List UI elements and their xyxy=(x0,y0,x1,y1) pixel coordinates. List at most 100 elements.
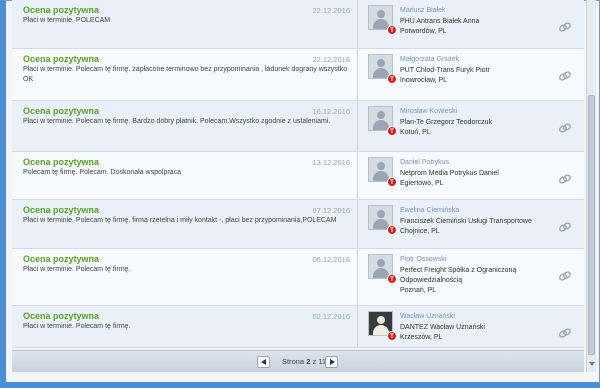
reviewer-name-link[interactable]: Daniel Potrykus xyxy=(400,159,449,166)
review-comment: Płaci w terminie. Polecam tę firmę. zapł… xyxy=(23,66,348,83)
review-date: 22.12.2016 xyxy=(312,55,350,64)
reviewer-company: PUT Chlod-Trans Furyk Piotr Inowrocław, P… xyxy=(400,66,550,86)
avatar-head xyxy=(377,210,385,218)
column-divider xyxy=(357,200,358,248)
review-date: 16.12.2016 xyxy=(312,107,350,116)
review-row: Ocena pozytywna 02.12.2016 Płaci w termini… xyxy=(12,306,584,348)
reviewer-company: Perfect Freight Spółka z Ograniczoną Odp… xyxy=(400,266,550,296)
page-sep: z xyxy=(312,357,317,366)
scrollbar-thumb[interactable] xyxy=(588,95,595,355)
reviewer-name-link[interactable]: Piotr Ossowski xyxy=(400,256,446,263)
rating-title: Ocena pozytywna xyxy=(23,106,100,116)
chain-link-icon[interactable] xyxy=(558,271,572,281)
review-content: Ocena pozytywna 22.12.2016 Płaci w termini… xyxy=(12,0,357,48)
column-divider xyxy=(357,152,358,199)
arrow-right-icon xyxy=(330,359,335,365)
reviewer-name-link[interactable]: Małgorzata Gnutek xyxy=(400,56,459,63)
rating-title: Ocena pozytywna xyxy=(23,254,100,264)
column-divider xyxy=(357,249,358,305)
review-comment: Płaci w terminie. POLECAM xyxy=(23,17,111,24)
review-content: Ocena pozytywna 07.12.2016 Płaci w termini… xyxy=(12,200,357,248)
prev-page-button[interactable] xyxy=(257,356,270,368)
review-date: 06.12.2016 xyxy=(312,255,350,264)
reviewer-company: Netprom Media Potrykus Daniel Egiertowo, … xyxy=(400,169,550,189)
company-name: PUT Chlod-Trans Furyk Piotr xyxy=(400,67,490,74)
scroll-down-icon[interactable] xyxy=(589,362,595,366)
chain-link-icon[interactable] xyxy=(558,123,572,133)
column-divider xyxy=(357,101,358,151)
review-row: Ocena pozytywna 13.12.2016 Polecam tę firm… xyxy=(12,152,584,200)
company-location: Kotuń, PL xyxy=(400,129,431,136)
chain-link-icon[interactable] xyxy=(558,328,572,338)
review-comment: Polecam tę firmę. Polecam. Doskonała wsp… xyxy=(23,169,181,176)
reviewer-company: Plan-Te Grzegorz Teodorczuk Kotuń, PL xyxy=(400,118,550,138)
chain-link-icon[interactable] xyxy=(558,71,572,81)
rating-title: Ocena pozytywna xyxy=(23,311,100,321)
trans-badge-icon: T xyxy=(387,126,397,136)
company-name: DANTEZ Wacław Uznański xyxy=(400,324,485,331)
review-content: Ocena pozytywna 16.12.2016 Płaci w termini… xyxy=(12,101,357,151)
review-comment: Płaci w terminie. Polecam tę firmę. firm… xyxy=(23,217,337,224)
company-name: Plan-Te Grzegorz Teodorczuk xyxy=(400,119,493,126)
pagination-bar: Strona 2 z 112 xyxy=(12,350,584,372)
avatar-head xyxy=(377,10,385,18)
avatar-head xyxy=(377,259,385,267)
page-current: 2 xyxy=(306,357,311,366)
company-location: Poznań, PL xyxy=(400,287,437,294)
review-comment: Płaci w terminie. Polecam tę firmę. xyxy=(23,266,131,273)
reviewer-name-link[interactable]: Ewelina Ciemińska xyxy=(400,207,459,214)
review-date: 02.12.2016 xyxy=(312,312,350,321)
trans-badge-icon: T xyxy=(387,74,397,84)
company-name: Perfect Freight Spółka z Ograniczoną Odp… xyxy=(400,267,517,284)
reviews-list: Ocena pozytywna 22.12.2016 Płaci w termini… xyxy=(12,0,584,348)
chain-link-icon[interactable] xyxy=(558,222,572,232)
avatar-head xyxy=(377,316,385,324)
chain-link-icon[interactable] xyxy=(558,22,572,32)
avatar-head xyxy=(377,111,385,119)
reviewer-company: DANTEZ Wacław Uznański Krzeszów, PL xyxy=(400,323,550,343)
column-divider xyxy=(357,49,358,100)
company-name: Netprom Media Potrykus Daniel xyxy=(400,170,499,177)
review-content: Ocena pozytywna 06.12.2016 Płaci w termini… xyxy=(12,249,357,305)
rating-title: Ocena pozytywna xyxy=(23,157,100,167)
review-row: Ocena pozytywna 06.12.2016 Płaci w termini… xyxy=(12,249,584,306)
reviewer-name-link[interactable]: Mariusz Białek xyxy=(400,7,446,14)
page-prefix: Strona xyxy=(282,357,305,366)
arrow-left-icon xyxy=(261,359,266,365)
page-indicator: Strona 2 z 112 xyxy=(282,357,330,366)
avatar-head xyxy=(377,59,385,67)
company-location: Potwordów, PL xyxy=(400,28,447,35)
review-content: Ocena pozytywna 02.12.2016 Płaci w termini… xyxy=(12,306,357,347)
scrollbar[interactable] xyxy=(586,0,596,372)
review-row: Ocena pozytywna 22.12.2016 Płaci w termini… xyxy=(12,0,584,49)
trans-badge-icon: T xyxy=(387,177,397,187)
reviewer-company: PHU Antrans Białek Anna Potwordów, PL xyxy=(400,17,550,37)
reviewer-name-link[interactable]: Wacław Uznański xyxy=(400,313,455,320)
next-page-button[interactable] xyxy=(325,356,338,368)
trans-badge-icon: T xyxy=(387,25,397,35)
trans-badge-icon: T xyxy=(387,331,397,341)
review-date: 07.12.2016 xyxy=(312,206,350,215)
column-divider xyxy=(357,0,358,48)
trans-badge-icon: T xyxy=(387,274,397,284)
chain-link-icon[interactable] xyxy=(558,174,572,184)
company-location: Egiertowo, PL xyxy=(400,180,444,187)
rating-title: Ocena pozytywna xyxy=(23,5,100,15)
rating-title: Ocena pozytywna xyxy=(23,205,100,215)
reviewer-name-link[interactable]: Mirosław Kowieski xyxy=(400,108,457,115)
review-comment: Płaci w terminie. Polecam tę firmę. xyxy=(23,323,131,330)
company-location: Chojnice, PL xyxy=(400,228,440,235)
review-date: 13.12.2016 xyxy=(312,158,350,167)
trans-badge-icon: T xyxy=(387,225,397,235)
review-comment: Płaci w terminie. Polecam tę firmę. Bard… xyxy=(23,118,331,125)
review-content: Ocena pozytywna 22.12.2016 Płaci w termini… xyxy=(12,49,357,100)
review-row: Ocena pozytywna 16.12.2016 Płaci w termini… xyxy=(12,101,584,152)
review-content: Ocena pozytywna 13.12.2016 Polecam tę firm… xyxy=(12,152,357,199)
company-location: Inowrocław, PL xyxy=(400,77,448,84)
column-divider xyxy=(357,306,358,347)
avatar-head xyxy=(377,162,385,170)
rating-title: Ocena pozytywna xyxy=(23,54,100,64)
reviewer-company: Franciszek Ciemiński Usługi Transportowe… xyxy=(400,217,550,237)
review-row: Ocena pozytywna 07.12.2016 Płaci w termini… xyxy=(12,200,584,249)
company-location: Krzeszów, PL xyxy=(400,334,443,341)
